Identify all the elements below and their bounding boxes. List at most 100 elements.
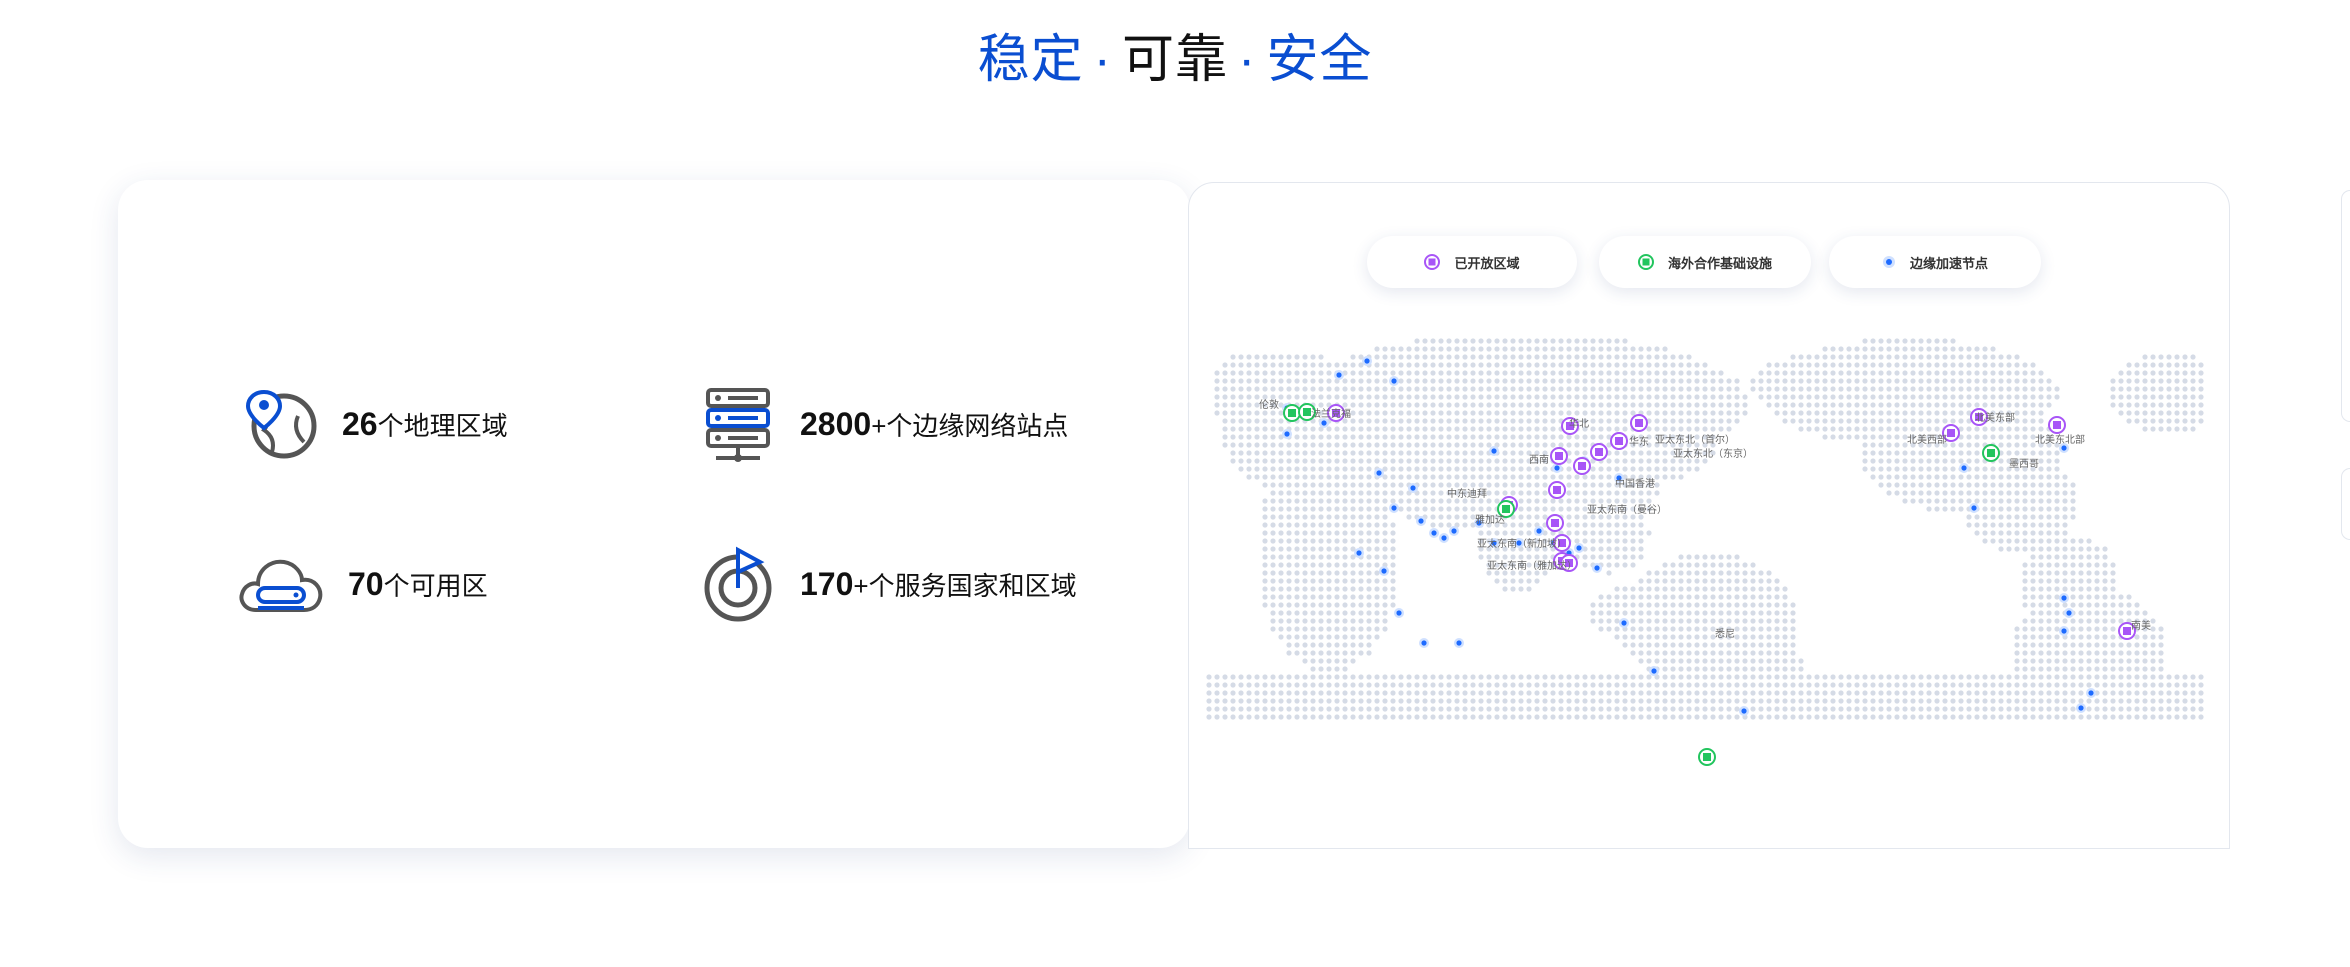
map-land-dot <box>1622 634 1628 640</box>
map-land-dot <box>2198 714 2204 720</box>
map-land-dot <box>2014 706 2020 712</box>
map-land-dot <box>2006 674 2012 680</box>
map-land-dot <box>1318 530 1324 536</box>
map-land-dot <box>1430 466 1436 472</box>
map-land-dot <box>1950 394 1956 400</box>
map-land-dot <box>1878 698 1884 704</box>
map-land-dot <box>1382 490 1388 496</box>
map-land-dot <box>2110 634 2116 640</box>
map-land-dot <box>1702 682 1708 688</box>
map-land-dot <box>1302 594 1308 600</box>
map-land-dot <box>1382 362 1388 368</box>
map-land-dot <box>2022 626 2028 632</box>
map-land-dot <box>1262 570 1268 576</box>
map-land-dot <box>1654 354 1660 360</box>
map-land-dot <box>1886 338 1892 344</box>
edge-node-marker <box>1431 530 1437 536</box>
map-land-dot <box>1590 546 1596 552</box>
map-land-dot <box>1390 410 1396 416</box>
map-land-dot <box>2006 378 2012 384</box>
map-land-dot <box>1510 682 1516 688</box>
map-land-dot <box>1534 674 1540 680</box>
map-land-dot <box>1582 346 1588 352</box>
map-land-dot <box>2038 514 2044 520</box>
map-land-dot <box>1622 602 1628 608</box>
map-land-dot <box>1790 698 1796 704</box>
map-land-dot <box>1990 354 1996 360</box>
map-land-dot <box>2102 618 2108 624</box>
map-land-dot <box>1670 586 1676 592</box>
map-land-dot <box>1390 402 1396 408</box>
map-land-dot <box>1814 690 1820 696</box>
map-land-dot <box>1974 346 1980 352</box>
map-land-dot <box>1734 570 1740 576</box>
map-land-dot <box>1278 386 1284 392</box>
map-land-dot <box>1318 666 1324 672</box>
map-land-dot <box>1718 602 1724 608</box>
map-land-dot <box>2046 506 2052 512</box>
map-land-dot <box>1286 370 1292 376</box>
page-title: 稳定 · 可靠 · 安全 <box>0 24 2350 96</box>
map-land-dot <box>2102 634 2108 640</box>
map-land-dot <box>1454 410 1460 416</box>
map-land-dot <box>2142 642 2148 648</box>
map-land-dot <box>1766 402 1772 408</box>
map-land-dot <box>1582 474 1588 480</box>
map-land-dot <box>1486 482 1492 488</box>
map-land-dot <box>1950 378 1956 384</box>
map-land-dot <box>2030 482 2036 488</box>
legend-region[interactable]: 已开放区域 <box>1367 236 1577 288</box>
map-land-dot <box>1358 682 1364 688</box>
next-card-edge[interactable] <box>2341 468 2350 540</box>
map-land-dot <box>2046 538 2052 544</box>
map-land-dot <box>2022 698 2028 704</box>
map-land-dot <box>1238 466 1244 472</box>
map-land-dot <box>1742 626 1748 632</box>
map-land-dot <box>1238 674 1244 680</box>
map-land-dot <box>1398 714 1404 720</box>
map-land-dot <box>1262 426 1268 432</box>
map-land-dot <box>1710 682 1716 688</box>
map-land-dot <box>1854 434 1860 440</box>
map-land-dot <box>1326 562 1332 568</box>
map-land-dot <box>1286 362 1292 368</box>
map-land-dot <box>1262 698 1268 704</box>
map-land-dot <box>2038 394 2044 400</box>
map-land-dot <box>1422 434 1428 440</box>
map-land-dot <box>1870 474 1876 480</box>
map-land-dot <box>1862 682 1868 688</box>
map-land-dot <box>1918 698 1924 704</box>
map-land-dot <box>1398 442 1404 448</box>
map-land-dot <box>1478 426 1484 432</box>
map-land-dot <box>1254 386 1260 392</box>
legend-partner[interactable]: 海外合作基础设施 <box>1599 236 1811 288</box>
map-land-dot <box>1382 602 1388 608</box>
map-land-dot <box>2134 698 2140 704</box>
map-land-dot <box>1966 674 1972 680</box>
map-land-dot <box>1606 618 1612 624</box>
map-land-dot <box>1806 402 1812 408</box>
map-land-dot <box>1590 362 1596 368</box>
map-land-dot <box>1798 706 1804 712</box>
map-land-dot <box>1710 674 1716 680</box>
map-land-dot <box>1446 474 1452 480</box>
map-land-dot <box>1310 394 1316 400</box>
map-land-dot <box>2078 674 2084 680</box>
map-land-dot <box>1390 602 1396 608</box>
map-land-dot <box>1366 402 1372 408</box>
map-land-dot <box>1238 434 1244 440</box>
map-land-dot <box>2182 690 2188 696</box>
map-land-dot <box>1734 418 1740 424</box>
map-land-dot <box>1718 562 1724 568</box>
map-land-dot <box>1518 482 1524 488</box>
map-land-dot <box>1502 442 1508 448</box>
map-label: 亚太东南（曼谷） <box>1587 505 1667 516</box>
legend-edge[interactable]: 边缘加速节点 <box>1829 236 2041 288</box>
map-land-dot <box>1654 690 1660 696</box>
next-card-edge[interactable] <box>2341 190 2350 422</box>
map-land-dot <box>1350 634 1356 640</box>
map-land-dot <box>2054 490 2060 496</box>
map-land-dot <box>1534 434 1540 440</box>
map-land-dot <box>2110 602 2116 608</box>
map-land-dot <box>1710 402 1716 408</box>
